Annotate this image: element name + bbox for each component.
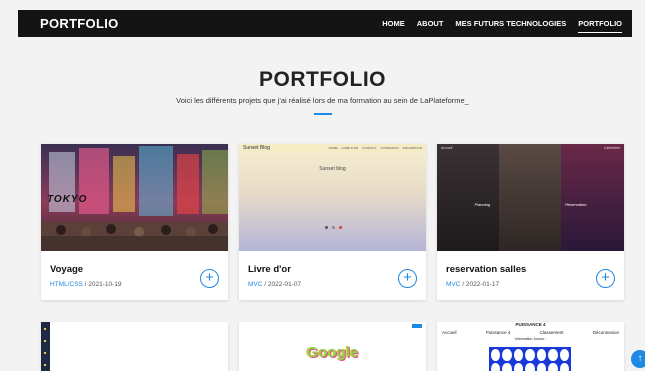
thumbnail-labels: Planning Réservation [437, 202, 624, 207]
thumbnail-link: LIVRE D'OR [341, 146, 359, 150]
nav-portfolio[interactable]: PORTFOLIO [578, 17, 622, 33]
project-date: / 2022-01-17 [460, 281, 500, 288]
nav-menu: HOME ABOUT MES FUTURS TECHNOLOGIES PORTF… [382, 17, 622, 33]
thumbnail-link: CONNEXION [380, 146, 399, 150]
thumbnail-link: Classement [539, 330, 564, 335]
project-card-livre-dor[interactable]: Sunset Blog HOME LIVRE D'OR CONTACT CONN… [239, 144, 426, 300]
page-subtitle: Voici les différents projets que j'ai ré… [176, 96, 469, 105]
nav-home[interactable]: HOME [382, 17, 405, 30]
project-thumbnail-reservation[interactable]: Accueil Calendrier Planning Réservation [437, 144, 624, 251]
thumbnail-link: CONTACT [362, 146, 377, 150]
project-tech-link[interactable]: MVC [248, 281, 262, 288]
project-card-voyage[interactable]: TOKYO Voyage HTML/CSS / 2021-10-19 + [41, 144, 228, 300]
project-meta: MVC / 2022-01-17 [446, 281, 499, 288]
plus-circle-icon[interactable]: + [596, 269, 615, 288]
project-thumbnail-livre-dor[interactable]: Sunset Blog HOME LIVRE D'OR CONTACT CONN… [239, 144, 426, 251]
project-date: / 2022-01-07 [262, 281, 302, 288]
project-title: Livre d'or [248, 264, 291, 275]
project-date: / 2021-10-19 [82, 281, 122, 288]
project-tech-link[interactable]: HTML/CSS [50, 281, 83, 288]
project-title: reservation salles [446, 264, 527, 275]
thumbnail-menu: Accueil Puissance 4 Classement Déconnexi… [437, 330, 624, 335]
project-meta: HTML/CSS / 2021-10-19 [50, 281, 122, 288]
thumbnail-dots [325, 226, 342, 229]
thumbnail-link: Puissance 4 [485, 330, 511, 335]
project-tech-link[interactable]: MVC [446, 281, 460, 288]
thumbnail-link: Accueil [442, 330, 457, 335]
thumbnail-subheading: Information Joueur : [514, 337, 547, 341]
thumbnail-logo: Google [306, 344, 359, 361]
arrow-up-icon[interactable]: ↑ [631, 350, 645, 368]
connect4-board [489, 347, 571, 371]
project-meta: MVC / 2022-01-07 [248, 281, 301, 288]
nav-technologies[interactable]: MES FUTURS TECHNOLOGIES [455, 17, 566, 30]
project-title: Voyage [50, 264, 84, 275]
thumbnail-link: Déconnexion [592, 330, 619, 335]
nav-about[interactable]: ABOUT [417, 17, 444, 30]
thumbnail-caption: TOKYO [47, 194, 88, 205]
thumbnail-heading: PUISSANCE 4 [515, 322, 546, 327]
project-card-row2-1[interactable] [41, 322, 228, 371]
project-card-reservation[interactable]: Accueil Calendrier Planning Réservation … [437, 144, 624, 300]
brand-logo[interactable]: PORTFOLIO [40, 16, 119, 31]
thumbnail-links: HOME LIVRE D'OR CONTACT CONNEXION INSCRI… [328, 146, 422, 150]
thumbnail-link: Accueil [441, 146, 453, 150]
thumbnail-navbar: Accueil Calendrier [437, 146, 624, 152]
page-title: PORTFOLIO [259, 68, 386, 91]
thumbnail-link: INSCRIPTION [402, 146, 422, 150]
project-card-row2-2[interactable]: Google [239, 322, 426, 371]
plus-circle-icon[interactable]: + [200, 269, 219, 288]
plus-circle-icon[interactable]: + [398, 269, 417, 288]
thumbnail-link: Réservation [565, 202, 587, 207]
project-thumbnail-voyage[interactable]: TOKYO [41, 144, 228, 251]
section-header: PORTFOLIO Voici les différents projets q… [0, 68, 645, 115]
thumbnail-link: Planning [474, 202, 491, 207]
thumbnail-heading: Sunset blog [319, 166, 346, 172]
thumbnail-link: HOME [328, 146, 338, 150]
thumbnail-brand: Sunset Blog [243, 145, 270, 151]
navbar: PORTFOLIO HOME ABOUT MES FUTURS TECHNOLO… [18, 10, 632, 37]
thumbnail-link: Calendrier [603, 146, 620, 150]
title-underline [313, 113, 332, 115]
project-card-row2-3[interactable]: PUISSANCE 4 Accueil Puissance 4 Classeme… [437, 322, 624, 371]
thumbnail-navbar: Sunset Blog HOME LIVRE D'OR CONTACT CONN… [239, 144, 426, 152]
